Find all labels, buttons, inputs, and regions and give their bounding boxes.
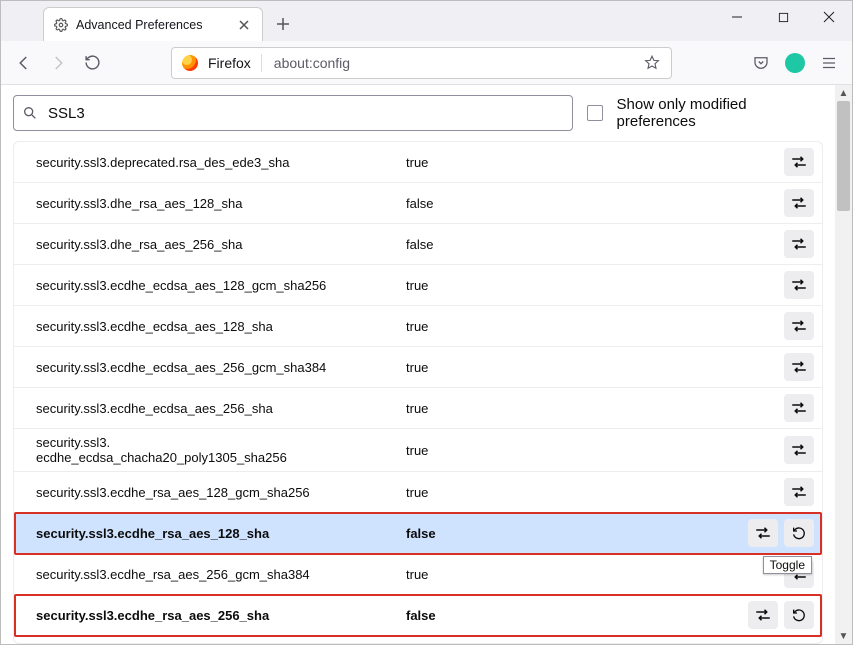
pref-name: security.ssl3.ecdhe_rsa_aes_128_sha [36, 526, 406, 541]
scroll-down-arrow[interactable]: ▼ [835, 628, 852, 644]
pref-value: true [406, 155, 784, 170]
maximize-button[interactable] [760, 1, 806, 33]
pref-name: security.ssl3. ecdhe_ecdsa_chacha20_poly… [36, 435, 406, 465]
pref-row[interactable]: security.ssl3.ecdhe_rsa_aes_128_gcm_sha2… [14, 472, 822, 513]
gear-icon [54, 18, 68, 32]
new-tab-button[interactable] [269, 10, 297, 38]
content-area: Show only modified preferences security.… [1, 85, 852, 644]
toggle-button[interactable] [748, 519, 778, 547]
pref-value: true [406, 443, 784, 458]
forward-button[interactable] [43, 48, 73, 78]
search-row: Show only modified preferences [13, 95, 823, 131]
show-modified-checkbox[interactable] [587, 105, 603, 121]
toggle-button[interactable] [784, 148, 814, 176]
reset-button[interactable] [784, 519, 814, 547]
bookmark-star-icon[interactable] [643, 54, 661, 72]
browser-tab[interactable]: Advanced Preferences [43, 7, 263, 41]
tab-close-button[interactable] [236, 17, 252, 33]
pref-name: security.ssl3.ecdhe_rsa_aes_128_gcm_sha2… [36, 485, 406, 500]
pref-value: true [406, 401, 784, 416]
about-config-page: Show only modified preferences security.… [1, 85, 835, 644]
pref-row[interactable]: security.ssl3.ecdhe_rsa_aes_256_gcm_sha3… [14, 554, 822, 595]
back-button[interactable] [9, 48, 39, 78]
pref-name: security.ssl3.ecdhe_rsa_aes_256_sha [36, 608, 406, 623]
pref-value: true [406, 567, 784, 582]
pref-value: true [406, 278, 784, 293]
pref-value: true [406, 485, 784, 500]
pref-name: security.ssl3.deprecated.rsa_des_ede3_sh… [36, 155, 406, 170]
toggle-button[interactable] [784, 230, 814, 258]
app-window: Advanced Preferences Firefox [0, 0, 853, 645]
toggle-button[interactable] [784, 312, 814, 340]
app-menu-button[interactable] [814, 48, 844, 78]
pref-row[interactable]: security.ssl3.deprecated.rsa_des_ede3_sh… [14, 142, 822, 183]
window-controls [714, 1, 852, 41]
reload-button[interactable] [77, 48, 107, 78]
pref-search-box[interactable] [13, 95, 573, 131]
pref-value: false [406, 196, 784, 211]
pref-name: security.ssl3.ecdhe_ecdsa_aes_128_sha [36, 319, 406, 334]
tooltip: Toggle [763, 556, 812, 574]
toggle-button[interactable] [748, 601, 778, 629]
pref-row[interactable]: security.ssl3.dhe_rsa_aes_128_shafalse [14, 183, 822, 224]
pref-name: security.ssl3.dhe_rsa_aes_128_sha [36, 196, 406, 211]
pref-value: false [406, 237, 784, 252]
pref-row[interactable]: security.ssl3.ecdhe_ecdsa_aes_128_shatru… [14, 306, 822, 347]
reset-button[interactable] [784, 601, 814, 629]
pref-row[interactable]: security.ssl3.ecdhe_ecdsa_aes_128_gcm_sh… [14, 265, 822, 306]
pref-search-input[interactable] [46, 104, 564, 123]
toggle-button[interactable] [784, 436, 814, 464]
pref-row[interactable]: security.ssl3.dhe_rsa_aes_256_shafalse [14, 224, 822, 265]
pref-value: true [406, 319, 784, 334]
firefox-icon [182, 55, 198, 71]
pref-row[interactable]: security.ssl3. ecdhe_ecdsa_chacha20_poly… [14, 429, 822, 472]
pref-name: security.ssl3.ecdhe_ecdsa_aes_128_gcm_sh… [36, 278, 406, 293]
pref-name: security.ssl3.ecdhe_ecdsa_aes_256_sha [36, 401, 406, 416]
minimize-button[interactable] [714, 1, 760, 33]
show-modified-label: Show only modified preferences [617, 96, 823, 130]
toggle-button[interactable] [784, 478, 814, 506]
pref-name: security.ssl3.dhe_rsa_aes_256_sha [36, 237, 406, 252]
pref-value: true [406, 360, 784, 375]
pref-row[interactable]: security.ssl3.ecdhe_ecdsa_aes_256_shatru… [14, 388, 822, 429]
toggle-button[interactable] [784, 353, 814, 381]
titlebar: Advanced Preferences [1, 1, 852, 41]
pref-value: false [406, 526, 748, 541]
extension-icon[interactable] [780, 48, 810, 78]
nav-toolbar: Firefox [1, 41, 852, 85]
pref-value: false [406, 608, 748, 623]
pref-name: security.ssl3.ecdhe_rsa_aes_256_gcm_sha3… [36, 567, 406, 582]
tab-title: Advanced Preferences [76, 18, 228, 32]
search-icon [22, 105, 38, 121]
toggle-button[interactable] [784, 394, 814, 422]
pref-name: security.ssl3.ecdhe_ecdsa_aes_256_gcm_sh… [36, 360, 406, 375]
close-window-button[interactable] [806, 1, 852, 33]
toggle-button[interactable] [784, 189, 814, 217]
pref-row[interactable]: security.ssl3.ecdhe_rsa_aes_256_shafalse [14, 595, 822, 636]
pref-row[interactable]: security.ssl3.ecdhe_ecdsa_aes_256_gcm_sh… [14, 347, 822, 388]
vertical-scrollbar[interactable]: ▲ ▼ [835, 85, 852, 644]
url-bar[interactable]: Firefox [171, 47, 672, 79]
identity-label: Firefox [208, 55, 251, 71]
pref-list[interactable]: security.ssl3.deprecated.rsa_des_ede3_sh… [13, 141, 823, 644]
url-input[interactable] [272, 54, 633, 72]
url-separator [261, 54, 262, 72]
pref-row[interactable]: security.ssl3.ecdhe_rsa_aes_128_shafalse [14, 513, 822, 554]
toggle-button[interactable] [784, 271, 814, 299]
pocket-icon[interactable] [746, 48, 776, 78]
scrollbar-thumb[interactable] [837, 101, 850, 211]
scroll-up-arrow[interactable]: ▲ [835, 85, 852, 101]
